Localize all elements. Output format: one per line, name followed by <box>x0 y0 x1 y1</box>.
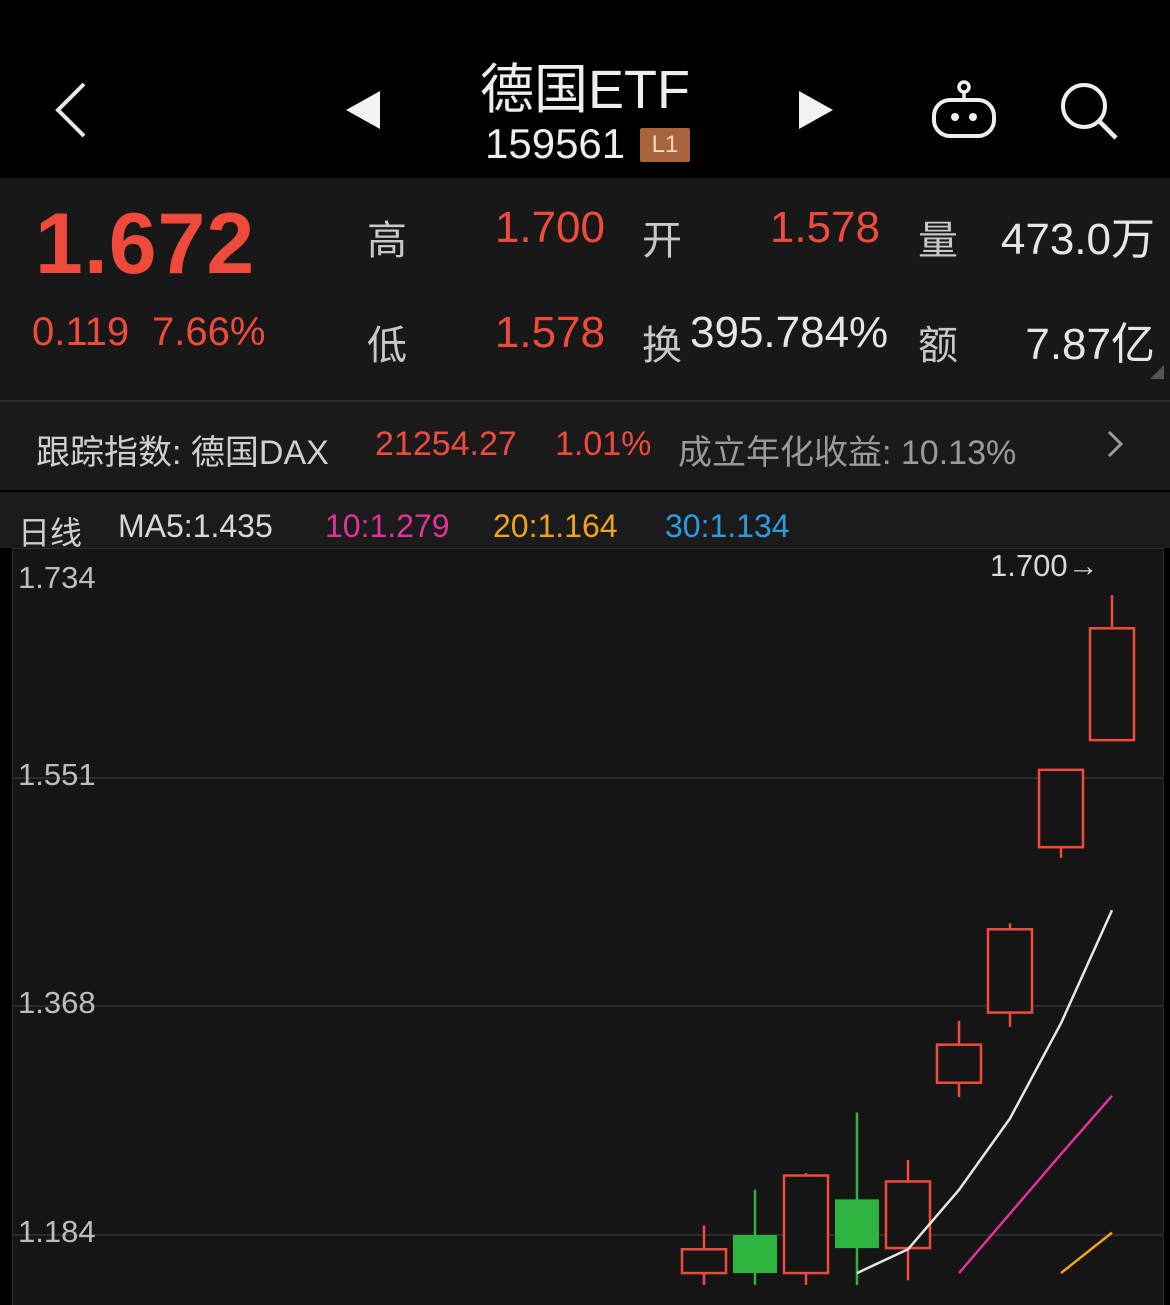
candle-body <box>733 1235 777 1274</box>
y-tick-label: 1.734 <box>18 560 96 595</box>
candle-body <box>935 1043 983 1084</box>
ma20-line <box>1060 1231 1113 1275</box>
candle-body <box>680 1248 728 1275</box>
y-tick-label: 1.551 <box>18 757 96 792</box>
candle-body <box>782 1174 830 1275</box>
ma10-line <box>958 1094 1113 1274</box>
candle-body <box>835 1199 879 1249</box>
candle-body <box>884 1180 932 1250</box>
y-tick-label: 1.184 <box>18 1214 96 1249</box>
candlestick-chart <box>12 595 1162 1285</box>
y-tick-label: 1.368 <box>18 985 96 1020</box>
candle-body <box>1088 627 1136 742</box>
max-price-marker: 1.700→ <box>990 548 1099 583</box>
candle-body <box>1037 768 1085 849</box>
candle-body <box>986 928 1034 1014</box>
